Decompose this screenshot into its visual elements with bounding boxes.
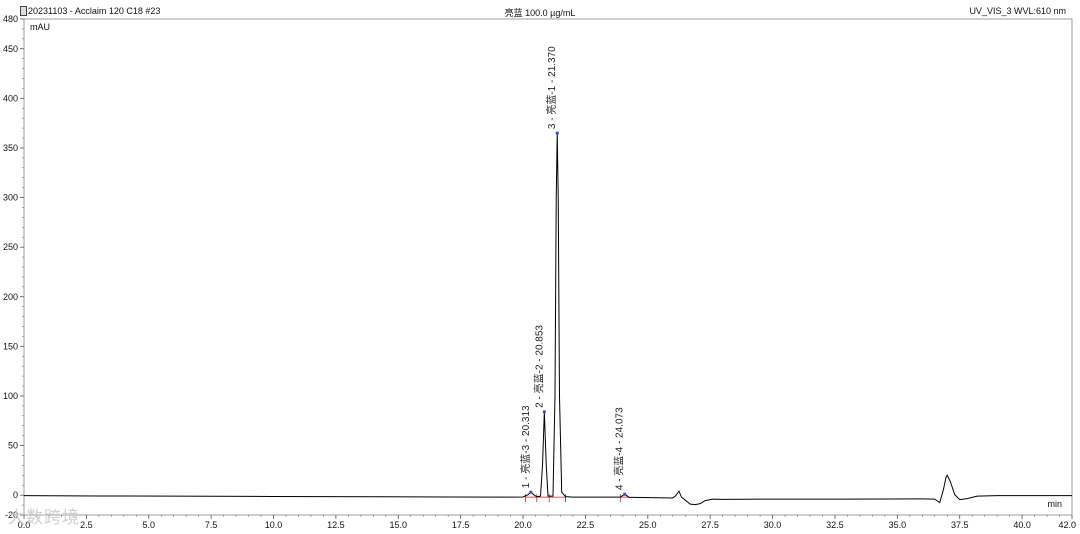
y-tick-label: 300	[3, 193, 18, 203]
y-tick-label: 400	[3, 93, 18, 103]
x-tick-label: 5.0	[143, 520, 156, 530]
chromatogram-trace	[23, 133, 1072, 506]
x-tick-label: 27.5	[701, 520, 719, 530]
y-tick-label: 0	[13, 490, 18, 500]
peak-baselines	[525, 494, 630, 503]
y-axis: -20050100150200250300350400450480	[3, 14, 24, 520]
y-tick-label: 450	[3, 44, 18, 54]
x-tick-label: 22.5	[577, 520, 595, 530]
x-tick-label: 25.0	[639, 520, 657, 530]
x-tick-label: 12.5	[327, 520, 345, 530]
x-tick-label: 10.0	[265, 520, 283, 530]
x-tick-label: 15.0	[390, 520, 408, 530]
x-tick-label: 37.5	[951, 520, 969, 530]
peak-label: 1 - 亮蓝-3 - 20.313	[519, 405, 532, 488]
x-tick-label: 2.5	[80, 520, 93, 530]
peak-apex-marker	[555, 131, 559, 135]
y-tick-label: 250	[3, 242, 18, 252]
chromatogram-chart: -20050100150200250300350400450480 0.0 2.5…	[3, 14, 1076, 530]
peak-apex-marker	[542, 410, 546, 414]
y-tick-label: 50	[8, 441, 18, 451]
x-tick-label: 20.0	[514, 520, 532, 530]
x-tick-label: 30.0	[764, 520, 782, 530]
y-axis-label: mAU	[30, 22, 50, 32]
watermark-text: 大数跨境	[8, 508, 80, 527]
x-axis-label: min	[1047, 499, 1062, 509]
y-tick-label: 100	[3, 391, 18, 401]
x-axis: 0.0 2.5 5.0 7.5 10.0 12.5 15.0 17.5 20.0 22.5 25.0…	[18, 515, 1076, 530]
x-tick-label: 35.0	[889, 520, 907, 530]
peak-label: 3 - 亮蓝-1 - 21.370	[545, 46, 558, 129]
peak-labels: 1 - 亮蓝-3 - 20.3132 - 亮蓝-2 - 20.853 3 - 亮蓝…	[519, 46, 626, 490]
x-tick-label: 40.0	[1013, 520, 1031, 530]
y-tick-label: 150	[3, 341, 18, 351]
x-tick-label: 17.5	[452, 520, 470, 530]
peak-label: 4 - 亮蓝-4 - 24.073	[613, 407, 626, 490]
peak-apex-marker	[623, 492, 627, 496]
x-tick-label: 42.0	[1058, 520, 1076, 530]
x-tick-label: 7.5	[205, 520, 218, 530]
x-tick-label: 32.5	[826, 520, 844, 530]
peak-apex-marker	[529, 490, 533, 494]
y-tick-label: 200	[3, 292, 18, 302]
peak-label: 2 - 亮蓝-2 - 20.853	[532, 325, 545, 408]
y-tick-label: 350	[3, 143, 18, 153]
y-tick-label: 480	[3, 14, 18, 24]
